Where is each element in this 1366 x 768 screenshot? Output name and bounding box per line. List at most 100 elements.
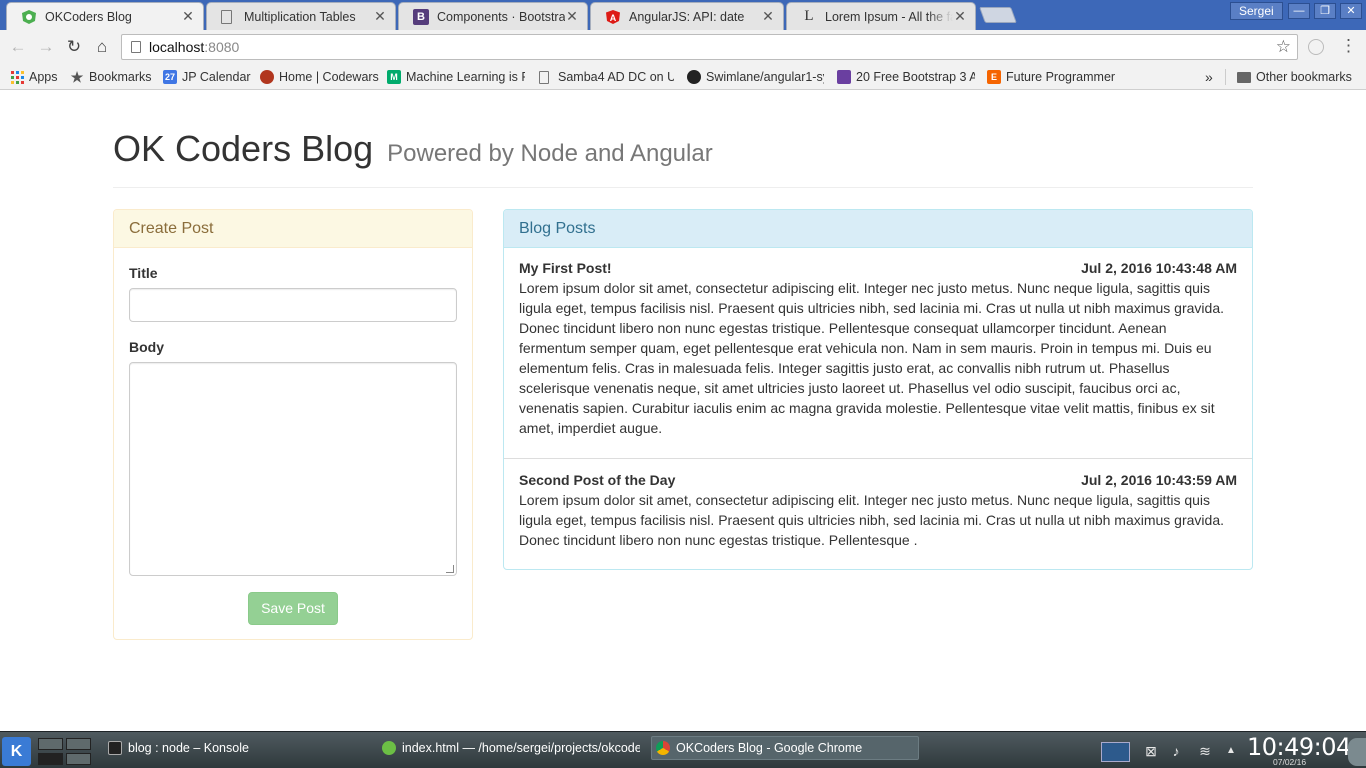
- forward-icon[interactable]: →: [36, 37, 56, 57]
- volume-icon[interactable]: ♪: [1168, 743, 1184, 759]
- bookmark-jp-calendar[interactable]: 27 JP Calendar: [163, 68, 253, 86]
- home-icon[interactable]: ⌂: [92, 37, 112, 57]
- bookmark-bookmarks[interactable]: ★ Bookmarks: [70, 68, 155, 86]
- blog-posts-heading: Blog Posts: [504, 210, 1252, 248]
- restore-icon[interactable]: ❐: [1314, 3, 1336, 19]
- bookmark-label: Home | Codewars: [279, 70, 379, 84]
- bookmark-swimlane[interactable]: Swimlane/angular1-sy: [687, 68, 824, 86]
- bookmark-free-bootstrap[interactable]: 20 Free Bootstrap 3 Admin: [837, 68, 975, 86]
- desktop-pager-3[interactable]: [38, 753, 63, 765]
- post-header: My First Post! Jul 2, 2016 10:43:48 AM: [519, 258, 1237, 278]
- resize-handle-icon[interactable]: [446, 565, 454, 573]
- github-icon: [687, 70, 701, 84]
- blog-posts-panel: Blog Posts My First Post! Jul 2, 2016 10…: [503, 209, 1253, 570]
- tab-title: OKCoders Blog: [45, 9, 132, 24]
- star-icon: ★: [70, 68, 84, 85]
- tray-expand-icon[interactable]: ▲: [1223, 743, 1239, 759]
- bookmark-samba4[interactable]: Samba4 AD DC on Ubuntu: [539, 68, 674, 86]
- desktop-pager-1[interactable]: [38, 738, 63, 750]
- body-label: Body: [129, 339, 164, 355]
- bookmark-label: Future Programmer: [1006, 70, 1116, 84]
- post-date: Jul 2, 2016 10:43:59 AM: [1081, 472, 1237, 488]
- title-input[interactable]: [129, 288, 457, 322]
- task-label: index.html — /home/sergei/projects/okcod…: [402, 741, 640, 755]
- angular-icon: A: [605, 9, 621, 25]
- close-tab-icon[interactable]: ✕: [565, 8, 579, 25]
- angular-shield-icon: [21, 9, 37, 25]
- chrome-icon: [656, 741, 670, 755]
- kde-launcher-icon[interactable]: K: [2, 737, 31, 766]
- tab-title: AngularJS: API: date: [629, 9, 745, 24]
- close-window-icon[interactable]: ✕: [1340, 3, 1362, 19]
- reload-icon[interactable]: ↻: [64, 37, 84, 57]
- wifi-icon[interactable]: ≋: [1197, 743, 1213, 759]
- minimize-icon[interactable]: —: [1288, 3, 1310, 19]
- bookmark-label: Swimlane/angular1-sy: [706, 70, 824, 84]
- blog-title: OK Coders Blog: [113, 128, 374, 169]
- svg-text:A: A: [610, 13, 617, 23]
- task-label: blog : node – Konsole: [128, 741, 249, 755]
- bookmark-codewars[interactable]: Home | Codewars: [260, 68, 380, 86]
- etsy-icon: E: [987, 70, 1001, 84]
- page-icon: [221, 9, 232, 24]
- task-editor[interactable]: index.html — /home/sergei/projects/okcod…: [378, 736, 640, 760]
- tab-title: Multiplication Tables: [244, 9, 356, 24]
- page-header: OK Coders Blog Powered by Node and Angul…: [113, 129, 1253, 188]
- profile-button[interactable]: Sergei: [1230, 2, 1283, 20]
- editor-icon: [382, 741, 396, 755]
- extension-icon[interactable]: [1308, 39, 1324, 55]
- task-konsole[interactable]: blog : node – Konsole: [104, 736, 374, 760]
- close-tab-icon[interactable]: ✕: [373, 8, 387, 25]
- network-disconnected-icon[interactable]: ⊠: [1143, 743, 1159, 759]
- other-bookmarks[interactable]: Other bookmarks: [1237, 68, 1364, 86]
- menu-icon[interactable]: ⋮: [1340, 36, 1357, 56]
- taskbar: K blog : node – Konsole index.html — /ho…: [0, 731, 1366, 768]
- bookmark-label: 20 Free Bootstrap 3 Admin: [856, 70, 975, 84]
- post-date: Jul 2, 2016 10:43:48 AM: [1081, 260, 1237, 276]
- colorlib-icon: [837, 70, 851, 84]
- bookmarks-divider: [1225, 69, 1226, 85]
- desktop-pager-2[interactable]: [66, 738, 91, 750]
- page-info-icon[interactable]: [131, 41, 141, 53]
- bookmarks-overflow-chevron[interactable]: »: [1205, 68, 1219, 86]
- new-tab-button[interactable]: [979, 7, 1017, 23]
- title-label: Title: [129, 265, 158, 281]
- post-body: Lorem ipsum dolor sit amet, consectetur …: [519, 280, 1224, 436]
- page-subtitle: Powered by Node and Angular: [387, 140, 713, 167]
- display-icon[interactable]: [1101, 742, 1130, 762]
- bookmark-apps[interactable]: Apps: [10, 68, 65, 86]
- bookmark-label: JP Calendar: [182, 70, 251, 84]
- bootstrap-icon: B: [413, 8, 429, 25]
- desktop-toolbox-icon[interactable]: [1348, 738, 1366, 766]
- bookmark-future-programmer[interactable]: E Future Programmer: [987, 68, 1120, 86]
- terminal-icon: [108, 741, 122, 755]
- bookmark-label: Other bookmarks: [1256, 70, 1352, 84]
- bookmark-star-icon[interactable]: ☆: [1276, 35, 1291, 59]
- tab-lorem-ipsum[interactable]: L Lorem Ipsum - All the facts ✕: [786, 2, 976, 30]
- calendar-icon: 27: [163, 70, 177, 84]
- tab-angularjs-date[interactable]: A AngularJS: API: date ✕: [590, 2, 784, 30]
- body-textarea[interactable]: [129, 362, 457, 576]
- browser-toolbar: ← → ↻ ⌂ localhost:8080 ☆ ⋮: [0, 30, 1366, 64]
- back-icon[interactable]: ←: [8, 37, 28, 57]
- tab-title: Components · Bootstrap: [437, 9, 565, 24]
- close-tab-icon[interactable]: ✕: [953, 8, 967, 25]
- desktop-pager-4[interactable]: [66, 753, 91, 765]
- task-chrome[interactable]: OKCoders Blog - Google Chrome: [651, 736, 919, 760]
- save-post-button[interactable]: Save Post: [248, 592, 338, 625]
- tab-multiplication-tables[interactable]: Multiplication Tables ✕: [206, 2, 396, 30]
- folder-icon: [1237, 71, 1251, 83]
- close-tab-icon[interactable]: ✕: [761, 8, 775, 25]
- bookmark-label: Bookmarks: [89, 70, 152, 84]
- close-tab-icon[interactable]: ✕: [181, 8, 195, 25]
- tab-bootstrap-components[interactable]: B Components · Bootstrap ✕: [398, 2, 588, 30]
- address-bar[interactable]: localhost:8080 ☆: [121, 34, 1298, 60]
- tab-okcoders-blog[interactable]: OKCoders Blog ✕: [6, 2, 204, 30]
- bookmark-machine-learning[interactable]: M Machine Learning is Fun: [387, 68, 525, 86]
- task-label: OKCoders Blog - Google Chrome: [676, 741, 863, 755]
- post-header: Second Post of the Day Jul 2, 2016 10:43…: [519, 470, 1237, 490]
- page-viewport: OK Coders Blog Powered by Node and Angul…: [0, 91, 1366, 731]
- codewars-icon: [260, 70, 274, 84]
- bookmark-label: Apps: [29, 70, 58, 84]
- post-body: Lorem ipsum dolor sit amet, consectetur …: [519, 492, 1224, 548]
